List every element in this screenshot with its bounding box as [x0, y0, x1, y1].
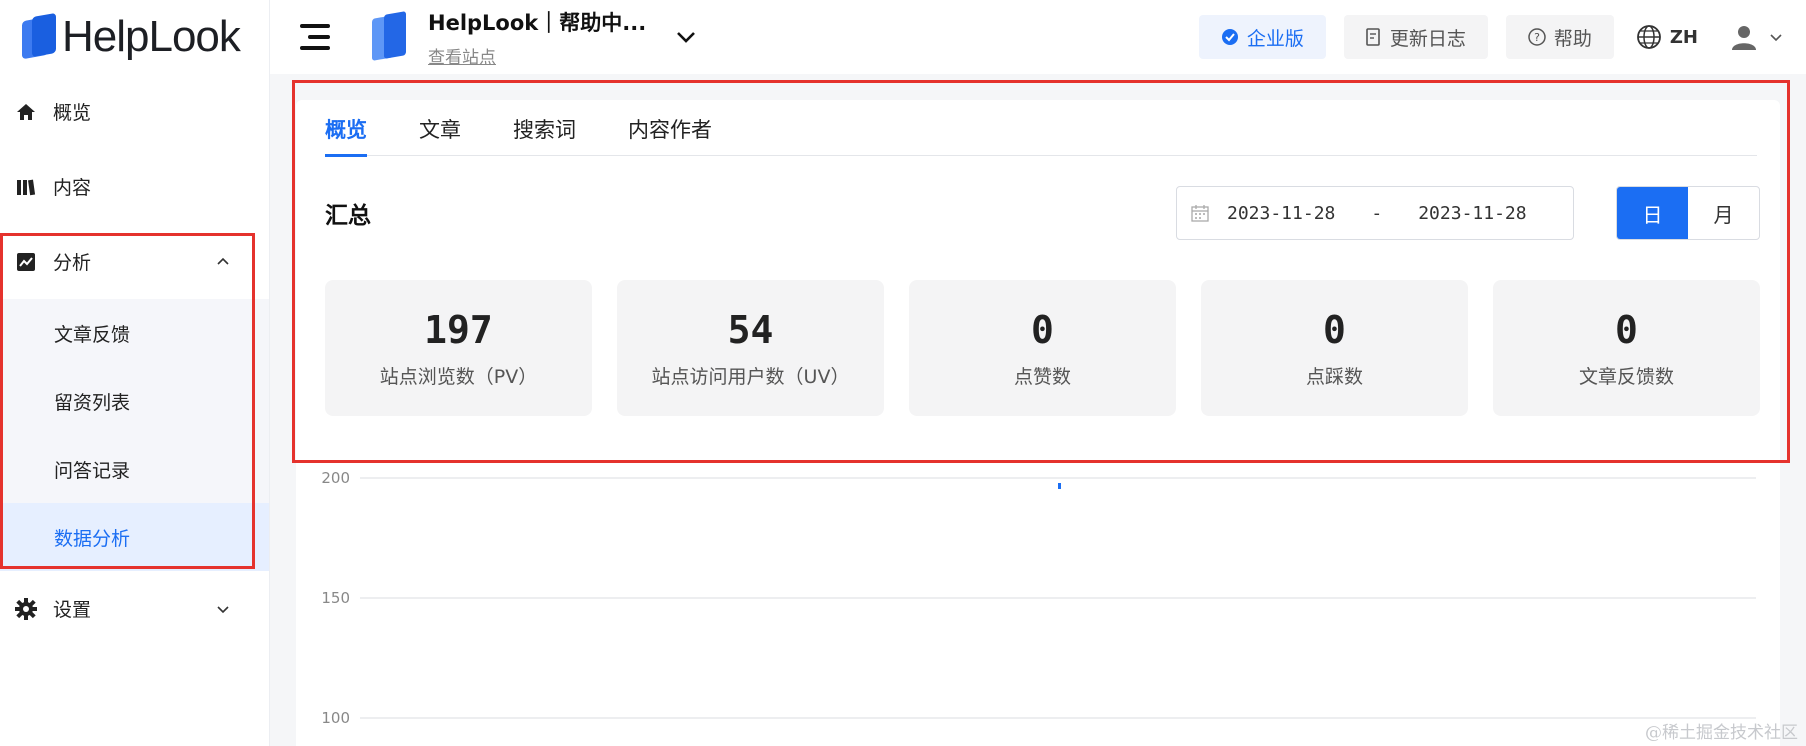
stat-label: 站点访问用户数（UV）	[651, 365, 850, 388]
tab-content-authors[interactable]: 内容作者	[628, 100, 712, 156]
summary-title: 汇总	[325, 203, 371, 229]
stat-card-uv: 54 站点访问用户数（UV）	[617, 280, 884, 416]
tab-label: 内容作者	[628, 118, 712, 142]
trend-icon	[15, 251, 37, 273]
granularity-month-button[interactable]: 月	[1688, 187, 1759, 239]
stat-card-pv: 197 站点浏览数（PV）	[325, 280, 592, 416]
home-icon	[15, 101, 37, 123]
date-end[interactable]: 2023-11-28	[1418, 203, 1526, 224]
sidebar-item-overview[interactable]: 概览	[0, 74, 269, 149]
stat-label: 点踩数	[1305, 365, 1363, 388]
tab-label: 搜索词	[513, 118, 576, 142]
y-tick-label: 200	[321, 469, 350, 487]
tab-overview[interactable]: 概览	[325, 100, 367, 157]
brand-logo[interactable]: HelpLook	[0, 0, 269, 74]
sidebar-item-label: 概览	[53, 102, 92, 124]
site-logo-icon	[370, 11, 410, 63]
chevron-up-icon	[217, 257, 229, 265]
gear-icon	[15, 597, 37, 620]
sidebar-subitem-label: 留资列表	[54, 391, 131, 414]
sidebar-subitem-qa-records[interactable]: 问答记录	[0, 435, 269, 503]
enterprise-label: 企业版	[1246, 27, 1304, 50]
brand-name: HelpLook	[62, 12, 241, 61]
top-header: HelpLook｜帮助中... 查看站点 企业版 更新日志 ? 帮助 ZH	[270, 0, 1806, 74]
sidebar-item-label: 内容	[53, 177, 92, 199]
sidebar-subitem-article-feedback[interactable]: 文章反馈	[0, 299, 269, 367]
tab-articles[interactable]: 文章	[419, 100, 461, 156]
stat-label: 文章反馈数	[1578, 365, 1674, 388]
sidebar-subitem-label: 文章反馈	[54, 323, 131, 346]
sidebar-subitem-label: 问答记录	[54, 459, 131, 482]
header-actions: 企业版 更新日志 ? 帮助 ZH	[1198, 0, 1806, 74]
date-separator: -	[1371, 202, 1383, 224]
changelog-label: 更新日志	[1389, 27, 1466, 50]
changelog-button[interactable]: 更新日志	[1343, 15, 1488, 59]
sidebar-item-analysis[interactable]: 分析	[0, 224, 269, 299]
tab-label: 概览	[325, 118, 367, 142]
sidebar-subitem-data-analysis[interactable]: 数据分析	[0, 503, 269, 571]
trend-chart: 200 150 100	[321, 469, 1756, 727]
help-label: 帮助	[1553, 27, 1592, 50]
data-point[interactable]	[1058, 483, 1061, 489]
sidebar-item-label: 分析	[53, 252, 92, 274]
site-info: HelpLook｜帮助中... 查看站点	[428, 7, 646, 68]
sidebar-subitem-lead-list[interactable]: 留资列表	[0, 367, 269, 435]
sidebar-item-label: 设置	[53, 599, 92, 621]
y-tick-label: 100	[321, 709, 350, 727]
enterprise-badge[interactable]: 企业版	[1198, 15, 1326, 59]
granularity-toggle: 日 月	[1616, 186, 1760, 240]
date-start[interactable]: 2023-11-28	[1227, 203, 1335, 224]
menu-collapse-icon[interactable]	[300, 24, 330, 50]
chart-grid	[360, 477, 1756, 719]
date-range-picker[interactable]: 2023-11-28 - 2023-11-28	[1176, 186, 1574, 240]
stat-card-feedback: 0 文章反馈数	[1493, 280, 1760, 416]
analytics-tabs: 概览 文章 搜索词 内容作者	[325, 100, 1757, 157]
language-code: ZH	[1669, 26, 1698, 48]
chevron-down-icon	[217, 605, 229, 613]
tab-search-terms[interactable]: 搜索词	[513, 100, 576, 156]
stat-label: 点赞数	[1013, 365, 1071, 388]
tab-label: 文章	[419, 118, 461, 142]
granularity-day-button[interactable]: 日	[1617, 187, 1688, 239]
watermark-text: @稀土掘金技术社区	[1645, 723, 1798, 743]
stat-value: 54	[727, 307, 774, 352]
site-name: HelpLook｜帮助中...	[428, 10, 647, 35]
sidebar-item-content[interactable]: 内容	[0, 149, 269, 224]
books-icon	[15, 176, 37, 198]
view-site-link[interactable]: 查看站点	[428, 43, 646, 68]
check-circle-icon	[1221, 28, 1239, 46]
user-menu[interactable]	[1730, 23, 1784, 51]
summary-cards: 197 站点浏览数（PV） 54 站点访问用户数（UV） 0 点赞数 0 点踩数…	[325, 280, 1760, 416]
user-avatar-icon	[1732, 26, 1756, 50]
chevron-down-icon	[1770, 34, 1782, 42]
stat-value: 0	[1323, 307, 1346, 352]
stat-label: 站点浏览数（PV）	[379, 365, 538, 388]
sidebar-item-settings[interactable]: 设置	[0, 571, 269, 646]
language-switcher[interactable]: ZH	[1636, 24, 1698, 50]
globe-icon	[1636, 25, 1661, 49]
stat-value: 197	[424, 307, 493, 352]
stat-card-dislikes: 0 点踩数	[1201, 280, 1468, 416]
sidebar-subitem-label: 数据分析	[54, 527, 131, 550]
helplook-logo-icon	[22, 12, 56, 60]
calendar-icon	[1191, 204, 1209, 222]
svg-text:?: ?	[1534, 31, 1540, 44]
stat-value: 0	[1031, 307, 1054, 352]
stat-card-likes: 0 点赞数	[909, 280, 1176, 416]
help-button[interactable]: ? 帮助	[1505, 15, 1614, 59]
y-tick-label: 150	[321, 589, 350, 607]
stat-value: 0	[1615, 307, 1638, 352]
site-switch-chevron-icon[interactable]	[674, 25, 698, 49]
question-circle-icon: ?	[1528, 28, 1546, 46]
document-edit-icon	[1366, 28, 1382, 46]
sidebar: HelpLook 概览 内容 分析 文章反馈 留资列表 问答记录 数据分析 设置	[0, 0, 270, 746]
